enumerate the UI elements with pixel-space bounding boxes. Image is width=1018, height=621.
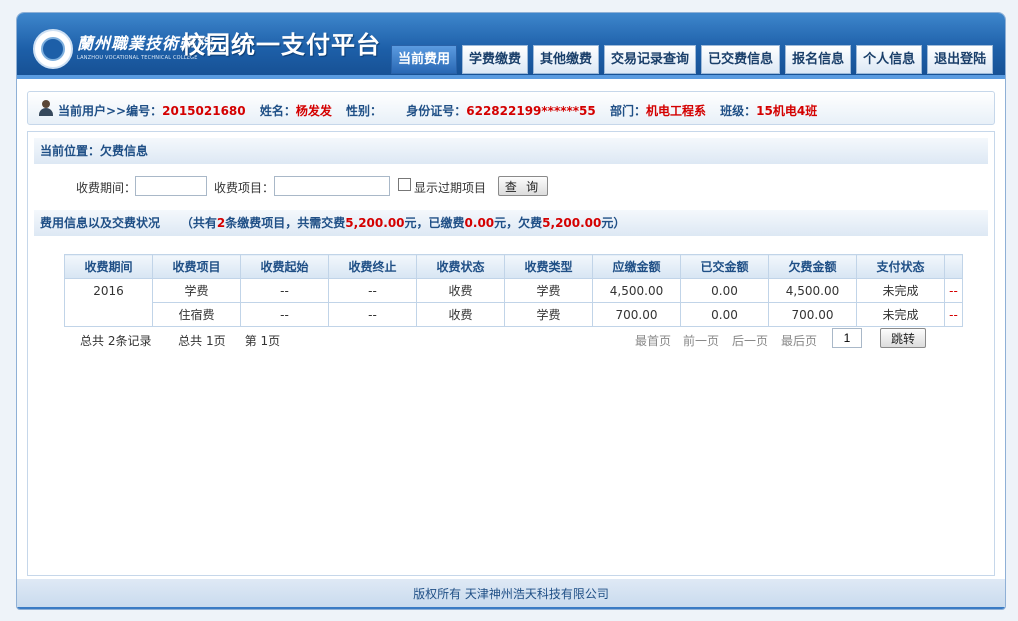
period-label: 收费期间： bbox=[76, 181, 137, 195]
summary-owed: 5,200.00 bbox=[542, 216, 602, 230]
cell-end: -- bbox=[328, 302, 417, 327]
user-name: 杨发发 bbox=[295, 104, 332, 118]
last-page-link[interactable]: 最后页 bbox=[781, 332, 817, 349]
cell-start: -- bbox=[240, 278, 329, 303]
item-input[interactable] bbox=[274, 176, 390, 196]
col-paid: 已交金额 bbox=[680, 254, 769, 279]
cell-paid: 0.00 bbox=[680, 278, 769, 303]
cell-due: 700.00 bbox=[592, 302, 681, 327]
cell-type: 学费 bbox=[504, 278, 593, 303]
table-row: 2016 学费 -- -- 收费 学费 4,500.00 0.00 4,500.… bbox=[64, 278, 963, 327]
cell-start: -- bbox=[240, 302, 329, 327]
cell-period: 2016 bbox=[64, 278, 153, 327]
col-end: 收费终止 bbox=[328, 254, 417, 279]
nav-registration-info[interactable]: 报名信息 bbox=[785, 45, 852, 74]
cell-item: 住宿费 bbox=[152, 302, 241, 327]
query-button[interactable]: 查 询 bbox=[498, 176, 548, 196]
col-type: 收费类型 bbox=[504, 254, 593, 279]
show-expired-checkbox[interactable] bbox=[398, 178, 411, 191]
school-logo bbox=[33, 29, 73, 69]
next-page-link[interactable]: 后一页 bbox=[732, 332, 768, 349]
jump-button[interactable]: 跳转 bbox=[880, 328, 926, 348]
nav-other-payment[interactable]: 其他缴费 bbox=[533, 45, 600, 74]
user-id: 2015021680 bbox=[162, 104, 246, 118]
pagination: 总共 2条记录 总共 1页 第 1页 最首页 前一页 后一页 最后页 跳转 bbox=[80, 328, 926, 352]
col-start: 收费起始 bbox=[240, 254, 329, 279]
content-panel: 当前位置：欠费信息 收费期间： 收费项目： 显示过期项目 查 询 费用信息以及交… bbox=[27, 131, 995, 576]
footer: 版权所有 天津神州浩天科技有限公司 bbox=[17, 579, 1005, 607]
summary-text: 元） bbox=[601, 216, 626, 230]
total-pages: 总共 1页 bbox=[178, 334, 226, 348]
header-divider bbox=[17, 75, 1005, 79]
table-header-row: 收费期间 收费项目 收费起始 收费终止 收费状态 收费类型 应缴金额 已交金额 … bbox=[64, 254, 963, 279]
summary-text: 元，欠费 bbox=[494, 216, 543, 230]
show-expired-label: 显示过期项目 bbox=[414, 181, 487, 195]
col-item: 收费项目 bbox=[152, 254, 241, 279]
cell-status: 收费 bbox=[416, 302, 505, 327]
idcard-label: 身份证号： bbox=[406, 104, 467, 118]
summary-total-due: 5,200.00 bbox=[345, 216, 405, 230]
cell-status: 收费 bbox=[416, 278, 505, 303]
dept-label: 部门： bbox=[609, 104, 646, 118]
cell-pay-status: 未完成 bbox=[856, 278, 945, 303]
nav-paid-info[interactable]: 已交费信息 bbox=[701, 45, 781, 74]
summary-text: 元，已缴费 bbox=[404, 216, 465, 230]
col-due: 应缴金额 bbox=[592, 254, 681, 279]
prev-page-link[interactable]: 前一页 bbox=[683, 332, 719, 349]
nav-transaction-query[interactable]: 交易记录查询 bbox=[604, 45, 697, 74]
school-name-en: LANZHOU VOCATIONAL TECHNICAL COLLEGE bbox=[77, 55, 198, 61]
current-page: 第 1页 bbox=[244, 334, 281, 348]
nav-current-fees[interactable]: 当前费用 bbox=[391, 45, 458, 74]
app-frame: 蘭州職業技術學院 LANZHOU VOCATIONAL TECHNICAL CO… bbox=[16, 12, 1006, 610]
total-records: 总共 2条记录 bbox=[80, 334, 152, 348]
cell-end: -- bbox=[328, 278, 417, 303]
cell-action-link[interactable]: -- bbox=[944, 302, 963, 327]
nav-logout[interactable]: 退出登陆 bbox=[927, 45, 994, 74]
user-idcard: 622822199******55 bbox=[466, 104, 596, 118]
user-icon bbox=[38, 100, 54, 116]
col-owed: 欠费金额 bbox=[768, 254, 857, 279]
page-number-input[interactable] bbox=[832, 328, 862, 348]
first-page-link[interactable]: 最首页 bbox=[635, 332, 671, 349]
main-nav: 当前费用 学费缴费 其他缴费 交易记录查询 已交费信息 报名信息 个人信息 退出… bbox=[391, 45, 994, 74]
summary-text: （共有 bbox=[180, 216, 217, 230]
nav-personal-info[interactable]: 个人信息 bbox=[856, 45, 923, 74]
cell-owed: 700.00 bbox=[768, 302, 857, 327]
class-label: 班级： bbox=[720, 104, 757, 118]
cell-item: 学费 bbox=[152, 278, 241, 303]
cell-action-link[interactable]: -- bbox=[944, 278, 963, 303]
summary-title: 费用信息以及交费状况 bbox=[40, 216, 161, 230]
current-user-label: 当前用户>>编号： bbox=[58, 104, 163, 118]
site-title: 校园统一支付平台 bbox=[181, 31, 381, 59]
nav-tuition-payment[interactable]: 学费缴费 bbox=[462, 45, 529, 74]
cell-owed: 4,500.00 bbox=[768, 278, 857, 303]
user-dept: 机电工程系 bbox=[645, 104, 706, 118]
breadcrumb: 当前位置：欠费信息 bbox=[34, 138, 988, 164]
col-action bbox=[944, 254, 963, 279]
cell-due: 4,500.00 bbox=[592, 278, 681, 303]
summary-paid: 0.00 bbox=[464, 216, 495, 230]
user-class: 15机电4班 bbox=[756, 104, 818, 118]
name-label: 姓名： bbox=[259, 104, 296, 118]
user-info-bar: 当前用户>>编号：2015021680 姓名：杨发发 性别： 身份证号：6228… bbox=[27, 91, 995, 125]
table-row: 住宿费 -- -- 收费 学费 700.00 0.00 700.00 未完成 -… bbox=[65, 302, 963, 327]
header: 蘭州職業技術學院 LANZHOU VOCATIONAL TECHNICAL CO… bbox=[17, 13, 1005, 79]
cell-paid: 0.00 bbox=[680, 302, 769, 327]
col-pay-status: 支付状态 bbox=[856, 254, 945, 279]
fee-table: 收费期间 收费项目 收费起始 收费终止 收费状态 收费类型 应缴金额 已交金额 … bbox=[64, 254, 963, 327]
col-period: 收费期间 bbox=[64, 254, 153, 279]
footer-divider bbox=[17, 607, 1005, 609]
gender-label: 性别： bbox=[346, 104, 383, 118]
item-label: 收费项目： bbox=[214, 181, 275, 195]
cell-type: 学费 bbox=[504, 302, 593, 327]
summary-text: 条缴费项目，共需交费 bbox=[225, 216, 346, 230]
fee-summary-bar: 费用信息以及交费状况 （共有2条缴费项目，共需交费5,200.00元，已缴费0.… bbox=[34, 210, 988, 236]
cell-pay-status: 未完成 bbox=[856, 302, 945, 327]
period-input[interactable] bbox=[135, 176, 207, 196]
col-status: 收费状态 bbox=[416, 254, 505, 279]
